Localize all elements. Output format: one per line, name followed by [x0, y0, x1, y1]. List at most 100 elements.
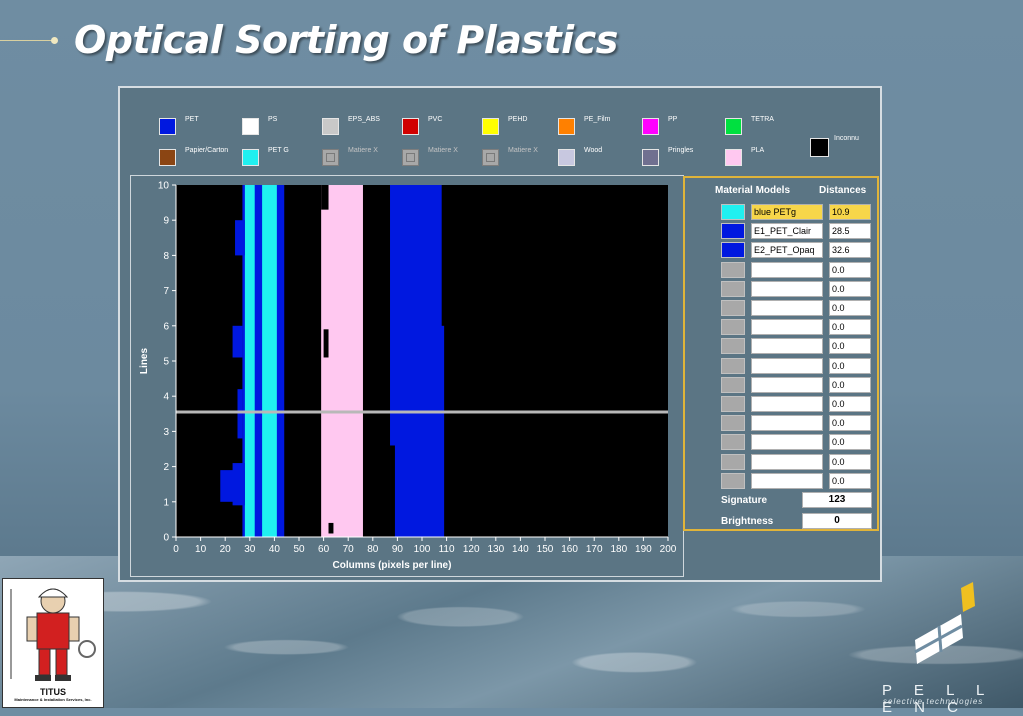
- model-distance-field: 0.0: [829, 453, 871, 470]
- model-distance-field: 0.0: [829, 319, 871, 336]
- model-color-swatch[interactable]: [721, 434, 745, 451]
- model-distance-field: 0.0: [829, 396, 871, 412]
- model-color-swatch[interactable]: [721, 319, 745, 336]
- material-band: [254, 185, 263, 537]
- model-name-field[interactable]: [751, 453, 823, 470]
- y-tick-label: 2: [163, 462, 169, 473]
- legend-chip-pehd[interactable]: [482, 118, 499, 135]
- x-tick-label: 110: [439, 544, 455, 555]
- material-models-header: Material Models: [715, 185, 791, 196]
- model-color-swatch[interactable]: [721, 472, 745, 489]
- legend-chip-pet[interactable]: [159, 118, 176, 135]
- legend-chip-pp[interactable]: [642, 118, 659, 135]
- model-color-swatch[interactable]: [721, 242, 745, 259]
- model-distance-field: 10.9: [829, 204, 871, 220]
- legend-chip-pet-g[interactable]: [242, 149, 259, 166]
- legend-label: Wood: [584, 147, 603, 154]
- legend-chip-papier-carton[interactable]: [159, 149, 176, 166]
- model-distance-field: 0.0: [829, 280, 871, 297]
- titus-logo-name: TITUS: [40, 687, 66, 697]
- model-name-field[interactable]: E1_PET_Clair: [751, 223, 823, 240]
- model-distance-field: 0.0: [829, 261, 871, 278]
- model-name-field[interactable]: E2_PET_Opaq: [751, 242, 823, 259]
- x-tick-label: 70: [343, 544, 355, 555]
- model-color-swatch[interactable]: [721, 280, 745, 297]
- signature-field[interactable]: 123: [802, 492, 872, 508]
- legend-chip-matiere-x[interactable]: [402, 149, 419, 166]
- y-axis-label: Lines: [139, 348, 150, 375]
- pellenc-logo-icon: [914, 582, 975, 664]
- model-name-field[interactable]: [751, 319, 823, 336]
- material-band: [390, 185, 445, 537]
- legend-chip-ps[interactable]: [242, 118, 259, 135]
- x-tick-label: 150: [537, 544, 554, 555]
- x-tick-label: 140: [512, 544, 529, 555]
- title-dot: [51, 37, 58, 44]
- x-tick-label: 180: [610, 544, 627, 555]
- legend-label: TETRA: [751, 116, 774, 123]
- legend-label: PVC: [428, 116, 443, 123]
- model-distance-field: 0.0: [829, 434, 871, 451]
- y-tick-label: 5: [163, 357, 169, 368]
- material-band: [321, 185, 363, 537]
- model-name-field[interactable]: [751, 396, 823, 412]
- model-color-swatch[interactable]: [721, 396, 745, 412]
- y-tick-label: 3: [163, 427, 169, 438]
- scan-plot-frame: 0 10 20 30 40 50 60 70 80 90 100 110 120 130 140 150 160…: [130, 175, 684, 577]
- x-tick-label: 100: [414, 544, 431, 555]
- y-tick-label: 10: [158, 181, 170, 192]
- model-name-field[interactable]: [751, 415, 823, 432]
- model-name-field[interactable]: blue PETg: [751, 204, 823, 220]
- titus-mascot-icon: [10, 588, 96, 681]
- legend-chip-pvc[interactable]: [402, 118, 419, 135]
- legend-chip-inconnu[interactable]: [810, 138, 829, 157]
- model-name-field[interactable]: [751, 300, 823, 316]
- legend-chip-matiere-x[interactable]: [482, 149, 499, 166]
- model-color-swatch[interactable]: [721, 300, 745, 316]
- x-tick-label: 160: [561, 544, 578, 555]
- material-segment: [232, 463, 245, 506]
- brightness-field[interactable]: 0: [802, 513, 872, 529]
- model-color-swatch[interactable]: [721, 204, 745, 220]
- legend-label: Matiere X: [508, 147, 538, 154]
- model-name-field[interactable]: [751, 434, 823, 451]
- y-tick-label: 1: [163, 497, 169, 508]
- model-color-swatch[interactable]: [721, 261, 745, 278]
- x-tick-label: 0: [173, 544, 179, 555]
- legend-label: PP: [668, 116, 678, 123]
- x-tick-label: 120: [463, 544, 480, 555]
- legend-chip-pe-film[interactable]: [558, 118, 575, 135]
- slide-title: Optical Sorting of Plastics: [74, 18, 618, 62]
- model-distance-field: 0.0: [829, 415, 871, 432]
- legend-chip-matiere-x[interactable]: [322, 149, 339, 166]
- model-color-swatch[interactable]: [721, 223, 745, 240]
- model-color-swatch[interactable]: [721, 453, 745, 470]
- title-rule: [0, 40, 56, 41]
- model-name-field[interactable]: [751, 357, 823, 374]
- titus-logo-tagline: Maintenance & Installation Services, Inc…: [14, 697, 92, 702]
- model-name-field[interactable]: [751, 261, 823, 278]
- x-tick-label: 50: [293, 544, 305, 555]
- model-name-field[interactable]: [751, 472, 823, 489]
- legend-label: Matiere X: [428, 147, 458, 154]
- model-distance-field: 0.0: [829, 357, 871, 374]
- legend-chip-tetra[interactable]: [725, 118, 742, 135]
- model-name-field[interactable]: [751, 376, 823, 393]
- model-distance-field: 28.5: [829, 223, 871, 240]
- model-color-swatch[interactable]: [721, 415, 745, 432]
- y-tick-label: 8: [163, 251, 169, 262]
- scan-heatmap-chart[interactable]: 0 10 20 30 40 50 60 70 80 90 100 110 120 130 140 150 160…: [131, 176, 683, 576]
- x-axis-label: Columns (pixels per line): [333, 560, 452, 571]
- legend-chip-wood[interactable]: [558, 149, 575, 166]
- model-color-swatch[interactable]: [721, 338, 745, 355]
- model-name-field[interactable]: [751, 280, 823, 297]
- legend-chip-pringles[interactable]: [642, 149, 659, 166]
- legend-chip-eps-abs[interactable]: [322, 118, 339, 135]
- optical-sorter-window: PET PS EPS_ABS PVC PEHD PE_Film PP TETRA Papier/…: [118, 86, 882, 582]
- signature-label: Signature: [721, 495, 768, 506]
- model-name-field[interactable]: [751, 338, 823, 355]
- model-color-swatch[interactable]: [721, 376, 745, 393]
- material-models-panel: Material Models Distances blue PETg 10.9 E…: [683, 176, 879, 531]
- legend-chip-pla[interactable]: [725, 149, 742, 166]
- model-color-swatch[interactable]: [721, 357, 745, 374]
